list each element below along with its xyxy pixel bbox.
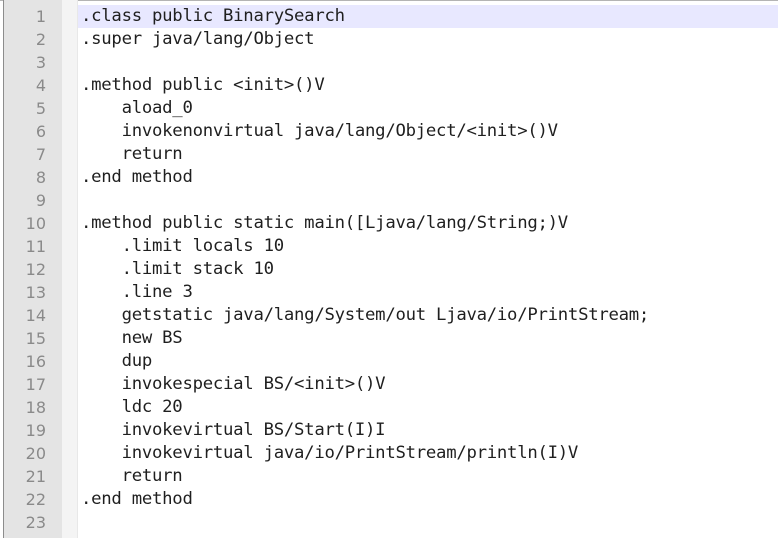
code-text[interactable]: .super java/lang/Object (81, 28, 315, 51)
code-text[interactable]: .line 3 (81, 281, 193, 304)
code-line[interactable]: 5 aload_0 (0, 97, 778, 120)
code-line[interactable]: 23 (0, 511, 778, 534)
code-text[interactable]: invokespecial BS/<init>()V (81, 373, 386, 396)
code-text[interactable]: .limit locals 10 (81, 235, 285, 258)
line-number: 5 (35, 99, 46, 118)
line-number: 12 (25, 260, 46, 279)
code-line[interactable]: 21 return (0, 465, 778, 488)
code-text[interactable]: .limit stack 10 (81, 258, 274, 281)
code-text[interactable]: .end method (81, 488, 193, 511)
line-number: 6 (35, 122, 46, 141)
code-line[interactable]: 20 invokevirtual java/io/PrintStream/pri… (0, 442, 778, 465)
line-number: 2 (35, 30, 46, 49)
line-number: 9 (35, 191, 46, 210)
code-text[interactable]: ldc 20 (81, 396, 183, 419)
line-number: 17 (25, 375, 46, 394)
line-number: 4 (35, 76, 46, 95)
line-number: 3 (35, 53, 46, 72)
code-line[interactable]: 19 invokevirtual BS/Start(I)I (0, 419, 778, 442)
code-text[interactable]: new BS (81, 327, 183, 350)
line-number: 21 (25, 467, 46, 486)
code-line[interactable]: 14 getstatic java/lang/System/out Ljava/… (0, 304, 778, 327)
line-number: 16 (25, 352, 46, 371)
code-text[interactable]: .method public static main([Ljava/lang/S… (81, 212, 568, 235)
code-line[interactable]: 12 .limit stack 10 (0, 258, 778, 281)
code-text[interactable]: invokenonvirtual java/lang/Object/<init>… (81, 120, 558, 143)
code-line[interactable]: 6 invokenonvirtual java/lang/Object/<ini… (0, 120, 778, 143)
line-number: 1 (35, 7, 46, 26)
code-text[interactable]: .end method (81, 166, 193, 189)
line-number: 7 (35, 145, 46, 164)
code-text[interactable]: getstatic java/lang/System/out Ljava/io/… (81, 304, 650, 327)
line-number: 22 (25, 490, 46, 509)
line-number: 8 (35, 168, 46, 187)
code-line[interactable]: 18 ldc 20 (0, 396, 778, 419)
code-line[interactable]: 2 .super java/lang/Object (0, 28, 778, 51)
code-text[interactable]: invokevirtual java/io/PrintStream/printl… (81, 442, 579, 465)
code-text[interactable]: .method public <init>()V (81, 74, 325, 97)
code-editor[interactable]: 1 .class public BinarySearch 2 .super java/… (0, 0, 778, 538)
line-number: 15 (25, 329, 46, 348)
code-text[interactable]: invokevirtual BS/Start(I)I (81, 419, 386, 442)
line-number: 19 (25, 421, 46, 440)
line-number: 20 (25, 444, 46, 463)
code-line[interactable]: 10 .method public static main([Ljava/lang… (0, 212, 778, 235)
line-number: 13 (25, 283, 46, 302)
code-line[interactable]: 13 .line 3 (0, 281, 778, 304)
code-line[interactable]: 17 invokespecial BS/<init>()V (0, 373, 778, 396)
editor-top-border (0, 0, 778, 1)
code-line[interactable]: 3 (0, 51, 778, 74)
line-number: 23 (25, 513, 46, 532)
code-text[interactable]: return (81, 143, 183, 166)
code-text[interactable]: dup (81, 350, 153, 373)
code-line[interactable]: 4 .method public <init>()V (0, 74, 778, 97)
code-text[interactable]: return (81, 465, 183, 488)
line-number: 10 (25, 214, 46, 233)
code-line[interactable]: 16 dup (0, 350, 778, 373)
line-number: 11 (25, 237, 46, 256)
code-line[interactable]: 1 .class public BinarySearch (0, 5, 778, 28)
code-line[interactable]: 11 .limit locals 10 (0, 235, 778, 258)
code-line[interactable]: 9 (0, 189, 778, 212)
code-text[interactable]: .class public BinarySearch (81, 5, 345, 28)
code-line[interactable]: 15 new BS (0, 327, 778, 350)
code-line[interactable]: 7 return (0, 143, 778, 166)
code-line[interactable]: 22 .end method (0, 488, 778, 511)
line-number: 14 (25, 306, 46, 325)
code-text[interactable]: aload_0 (81, 97, 193, 120)
code-line[interactable]: 8 .end method (0, 166, 778, 189)
line-number: 18 (25, 398, 46, 417)
